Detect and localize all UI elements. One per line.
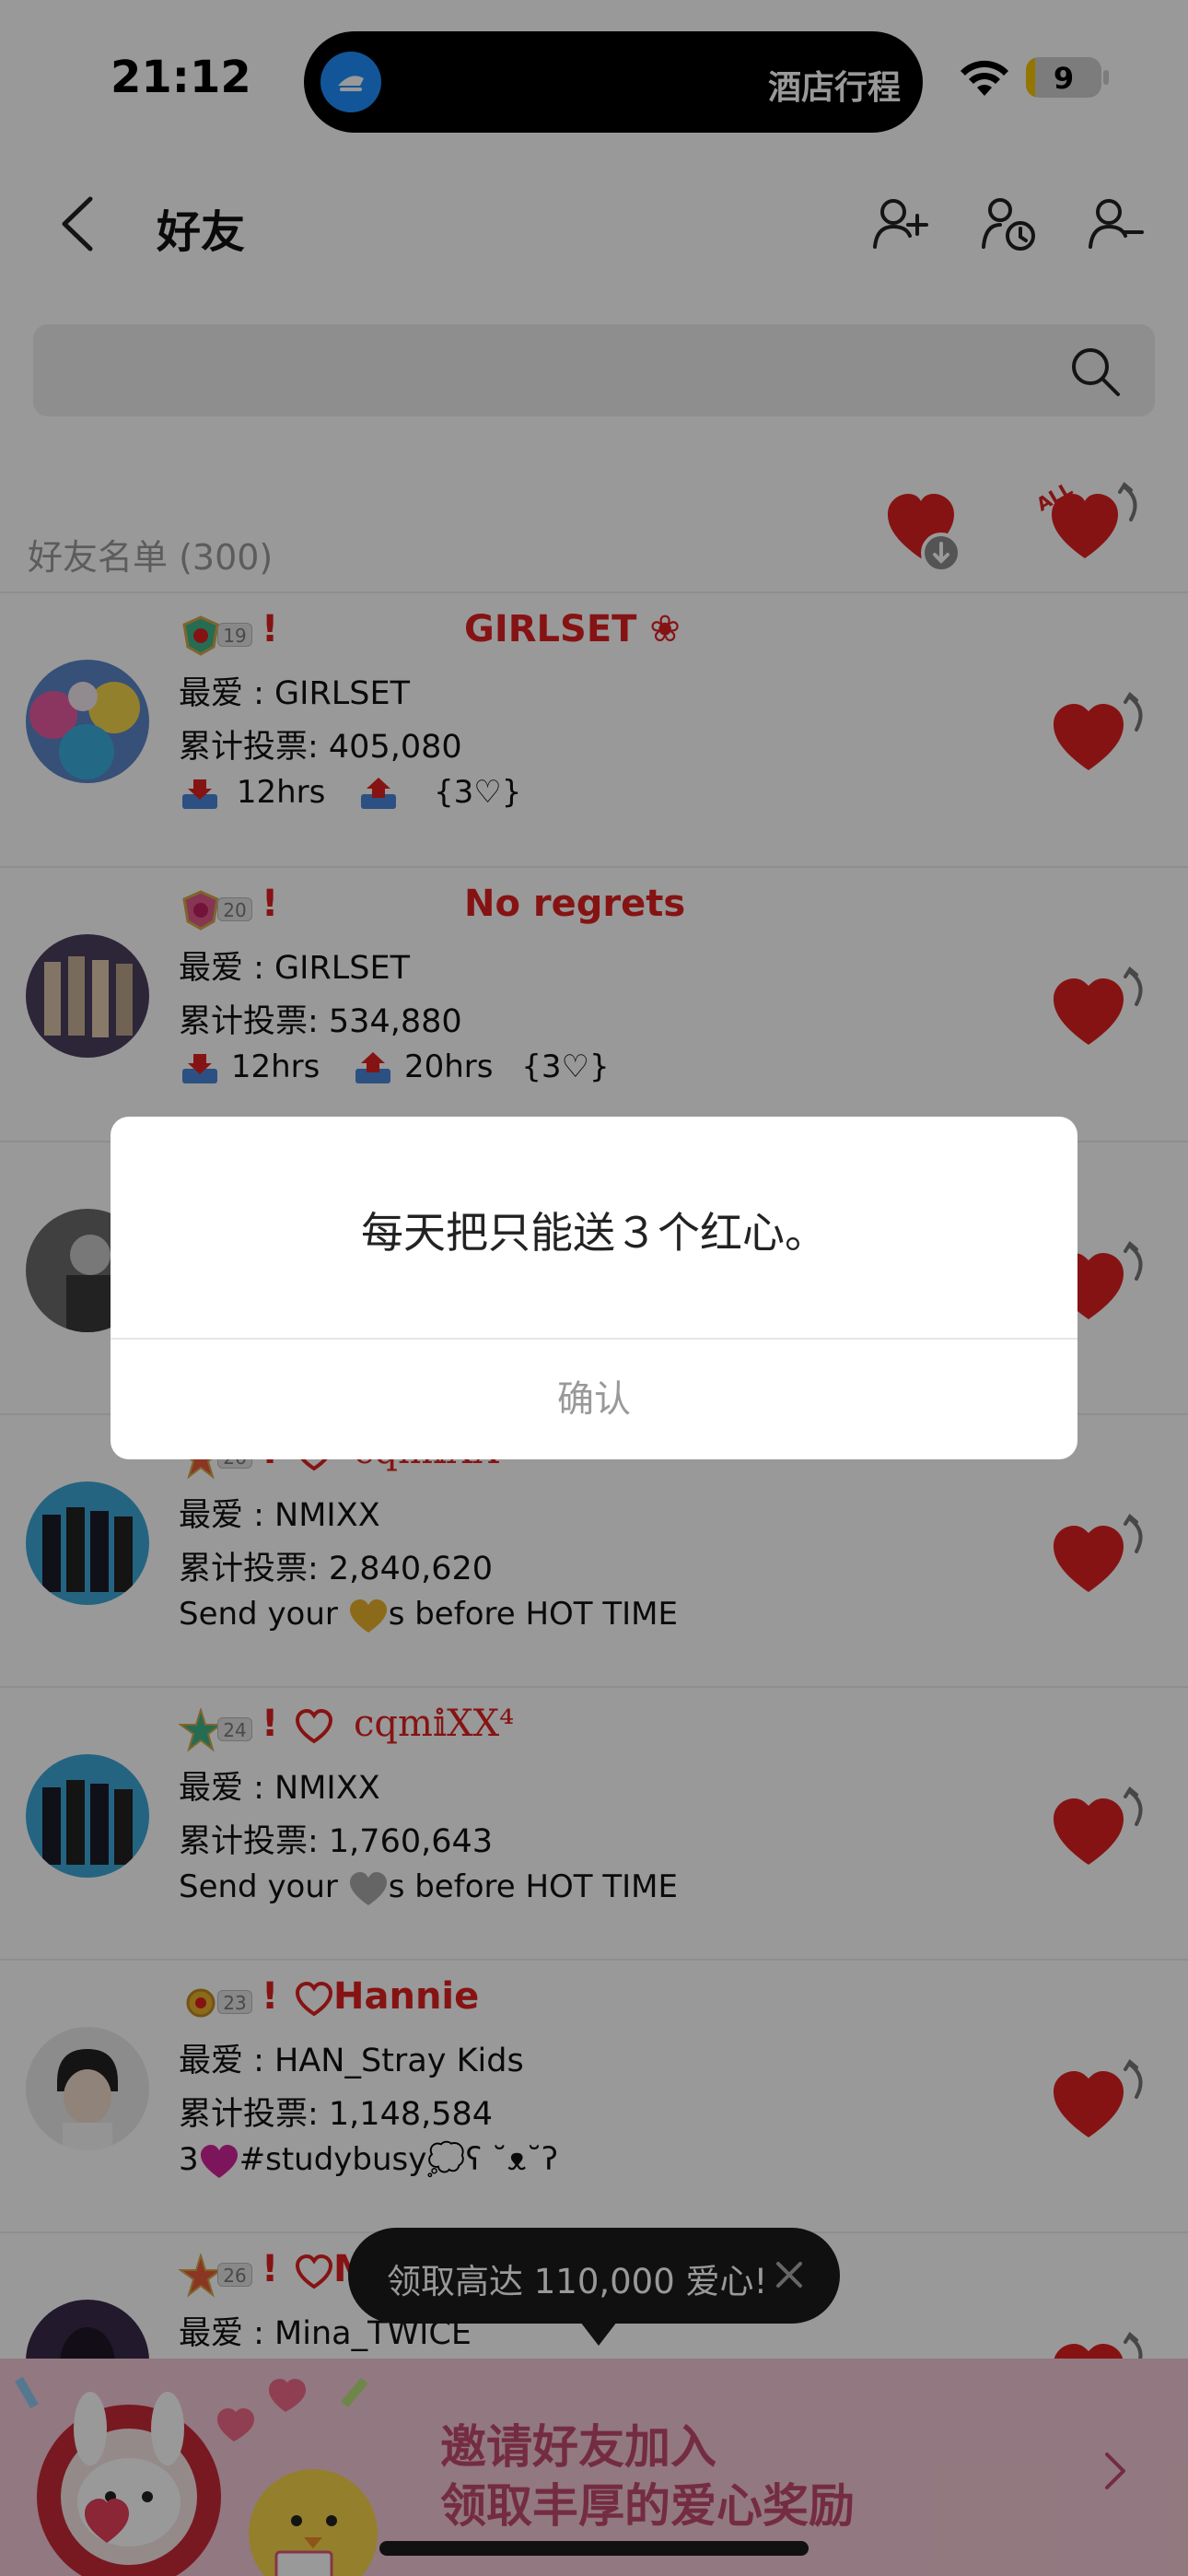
alert-dialog: 每天把只能送３个红心。 确认 — [111, 1117, 1077, 1459]
confirm-button[interactable]: 确认 — [111, 1340, 1077, 1459]
home-indicator[interactable] — [379, 2541, 809, 2556]
dialog-message: 每天把只能送３个红心。 — [361, 1208, 827, 1258]
